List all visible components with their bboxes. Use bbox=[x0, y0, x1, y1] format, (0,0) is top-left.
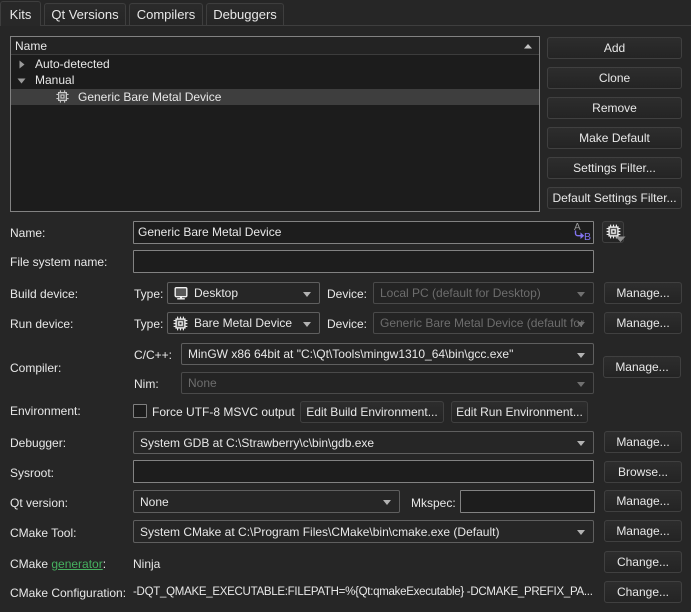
svg-text:B: B bbox=[584, 231, 591, 243]
